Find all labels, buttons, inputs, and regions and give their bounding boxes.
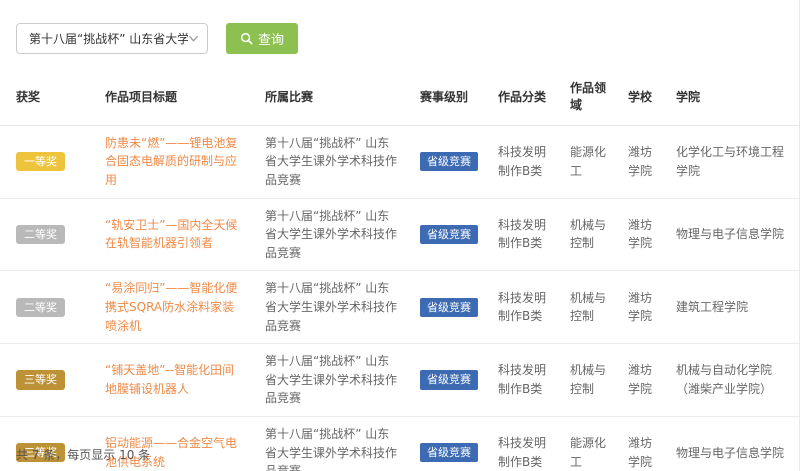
- chevron-down-icon: [188, 33, 199, 44]
- column-header-award: 获奖: [0, 70, 88, 126]
- field-cell: 机械与控制: [553, 198, 611, 272]
- level-badge: 省级竞赛: [420, 224, 478, 245]
- school-cell: 潍坊学院: [611, 416, 659, 471]
- table-row: 一等奖 防患未“燃”——锂电池复合固态电解质的研制与应用 第十八届“挑战杯” 山…: [0, 125, 800, 199]
- category-cell: 科技发明制作B类: [481, 416, 553, 471]
- college-cell: 物理与电子信息学院: [659, 416, 800, 471]
- search-icon: [240, 32, 253, 45]
- project-title-link[interactable]: “轨安卫士”—国内全天候在轨智能机器引领者: [105, 218, 237, 251]
- field-cell: 能源化工: [553, 125, 611, 199]
- level-badge: 省级竞赛: [420, 370, 478, 390]
- results-page: 第十八届“挑战杯” 山东省大学生课... 查询 获奖 作品项目标题 所属比赛 赛…: [0, 0, 800, 471]
- table-row: 二等奖 “易涂同归”——智能化便携式SQRA防水涂料家装喷涂机 第十八届“挑战杯…: [0, 270, 800, 345]
- category-cell: 科技发明制作B类: [481, 270, 553, 345]
- pagination-summary: 共 7 条，每页显示 10 条: [16, 448, 151, 462]
- category-cell: 科技发明制作B类: [481, 343, 553, 417]
- column-header-category: 作品分类: [481, 70, 553, 126]
- competition-cell: 第十八届“挑战杯” 山东省大学生课外学术科技作品竞赛: [248, 343, 403, 417]
- competition-cell: 第十八届“挑战杯” 山东省大学生课外学术科技作品竞赛: [248, 416, 403, 471]
- level-badge: 省级竞赛: [420, 297, 478, 317]
- project-title-link[interactable]: 防患未“燃”——锂电池复合固态电解质的研制与应用: [105, 136, 237, 187]
- competition-cell: 第十八届“挑战杯” 山东省大学生课外学术科技作品竞赛: [248, 198, 403, 272]
- column-header-title: 作品项目标题: [88, 70, 248, 126]
- award-badge: 二等奖: [16, 297, 65, 317]
- category-cell: 科技发明制作B类: [481, 198, 553, 272]
- school-cell: 潍坊学院: [611, 125, 659, 199]
- level-badge: 省级竞赛: [420, 152, 478, 172]
- search-toolbar: 第十八届“挑战杯” 山东省大学生课... 查询: [16, 23, 299, 54]
- college-cell: 机械与自动化学院（潍柴产业学院）: [659, 343, 800, 417]
- column-header-field: 作品领域: [553, 70, 611, 126]
- search-button[interactable]: 查询: [226, 23, 299, 54]
- results-table-body: 一等奖 防患未“燃”——锂电池复合固态电解质的研制与应用 第十八届“挑战杯” 山…: [0, 125, 800, 471]
- college-cell: 物理与电子信息学院: [659, 198, 800, 272]
- field-cell: 机械与控制: [553, 343, 611, 417]
- table-header-row: 获奖 作品项目标题 所属比赛 赛事级别 作品分类 作品领域 学校 学院: [0, 70, 800, 126]
- school-cell: 潍坊学院: [611, 198, 659, 272]
- award-badge: 一等奖: [16, 152, 65, 172]
- level-badge: 省级竞赛: [420, 443, 478, 463]
- school-cell: 潍坊学院: [611, 270, 659, 345]
- category-cell: 科技发明制作B类: [481, 125, 553, 199]
- award-badge: 二等奖: [16, 224, 65, 245]
- column-header-competition: 所属比赛: [248, 70, 403, 126]
- table-row: 三等奖 “铺天盖地”--智能化田间地膜铺设机器人 第十八届“挑战杯” 山东省大学…: [0, 343, 800, 417]
- competition-cell: 第十八届“挑战杯” 山东省大学生课外学术科技作品竞赛: [248, 270, 403, 345]
- competition-select-value: 第十八届“挑战杯” 山东省大学生课...: [29, 32, 188, 46]
- project-title-link[interactable]: “易涂同归”——智能化便携式SQRA防水涂料家装喷涂机: [105, 281, 237, 332]
- award-badge: 三等奖: [16, 370, 65, 390]
- school-cell: 潍坊学院: [611, 343, 659, 417]
- college-cell: 化学化工与环境工程学院: [659, 125, 800, 199]
- column-header-school: 学校: [611, 70, 659, 126]
- competition-cell: 第十八届“挑战杯” 山东省大学生课外学术科技作品竞赛: [248, 125, 403, 199]
- table-row: 二等奖 “轨安卫士”—国内全天候在轨智能机器引领者 第十八届“挑战杯” 山东省大…: [0, 198, 800, 272]
- column-header-level: 赛事级别: [403, 70, 481, 126]
- column-header-college: 学院: [659, 70, 800, 126]
- field-cell: 机械与控制: [553, 270, 611, 345]
- field-cell: 能源化工: [553, 416, 611, 471]
- competition-select[interactable]: 第十八届“挑战杯” 山东省大学生课...: [16, 23, 208, 54]
- project-title-link[interactable]: “铺天盖地”--智能化田间地膜铺设机器人: [105, 363, 234, 396]
- results-table: 获奖 作品项目标题 所属比赛 赛事级别 作品分类 作品领域 学校 学院 一等奖 …: [0, 70, 800, 471]
- college-cell: 建筑工程学院: [659, 270, 800, 345]
- search-button-label: 查询: [258, 33, 285, 48]
